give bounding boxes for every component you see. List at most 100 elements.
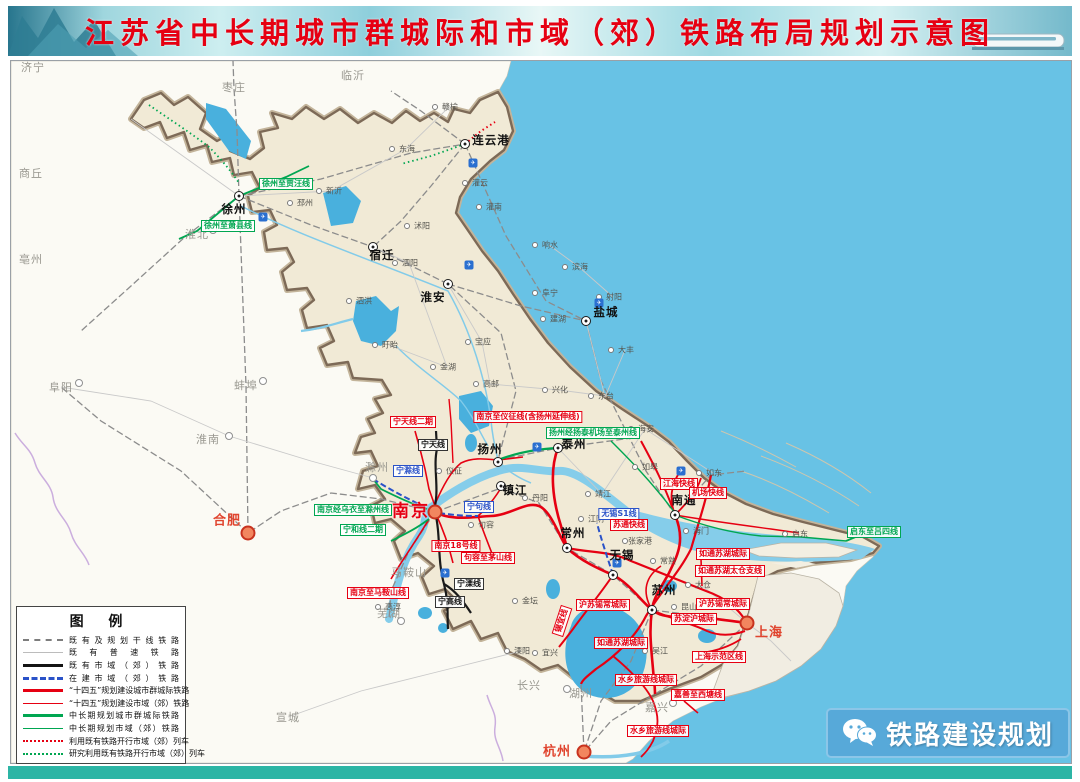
town-label: 盱眙: [382, 340, 398, 350]
town-label: 张家港: [628, 536, 652, 546]
legend-line-sample: [23, 702, 63, 704]
town-marker: [532, 650, 538, 656]
capital-marker: [739, 615, 755, 631]
town-label: 灌南: [486, 202, 502, 212]
town-label: 如东: [706, 468, 722, 478]
town-label: 赣榆: [442, 102, 458, 112]
rail-line-label: 宁句线: [464, 501, 494, 513]
town-label: 高淳: [385, 602, 401, 612]
legend-row: 既有及规划干线铁路: [23, 634, 179, 647]
rail-line-label: 锡宜线: [551, 604, 573, 638]
town-marker: [468, 522, 474, 528]
town-label: 泗阳: [402, 258, 418, 268]
neighbor-city-label: 嘉兴: [645, 701, 669, 714]
rail-line-label: 南京18号线: [431, 540, 481, 552]
town-marker: [372, 342, 378, 348]
legend-row: 在建市域（郊）铁路: [23, 672, 179, 685]
rail-line-label: 宁高线: [435, 596, 465, 608]
neighbor-city-label: 临沂: [341, 69, 365, 82]
airport-icon: ✈: [676, 466, 686, 476]
neighbor-city-label: 济宁: [21, 61, 45, 74]
page-title: 江苏省中长期城市群城际和市域（郊）铁路布局规划示意图: [84, 16, 995, 50]
legend-rows: 既有及规划干线铁路 既有普速铁路 既有市域（郊）铁路在建市域（郊）铁路 “十四五”规划…: [23, 634, 205, 760]
town-label: 东台: [598, 391, 614, 401]
legend-line-sample: [23, 727, 63, 729]
city-station-marker: [443, 279, 453, 289]
town-marker: [432, 104, 438, 110]
rail-line-label: 如通苏湖城际: [696, 548, 750, 560]
town-marker: [346, 298, 352, 304]
legend-label: 既有普速铁路: [69, 648, 179, 658]
legend-label: 既有及规划干线铁路: [69, 635, 179, 645]
city-station-marker: [234, 191, 244, 201]
rail-line-label: 水乡旅游线城际: [627, 725, 689, 737]
town-label: 如皋: [642, 462, 658, 472]
town-marker: [389, 146, 395, 152]
neighbor-city-marker: [225, 432, 233, 440]
neighbor-city-label: 枣庄: [222, 81, 246, 94]
legend-row: 利用既有铁路开行市域（郊）列车: [23, 735, 189, 748]
rail-line-label: 嘉善至西塘线: [671, 689, 725, 701]
town-marker: [404, 223, 410, 229]
wechat-icon: [842, 719, 877, 746]
city-station-marker: [608, 570, 618, 580]
rail-line-label: 徐州至贾汪线: [259, 178, 313, 190]
town-label: 响水: [542, 240, 558, 250]
capital-marker: [576, 744, 592, 760]
town-label: 邳州: [297, 198, 313, 208]
capital-label: 合肥: [212, 513, 242, 529]
town-marker: [782, 531, 788, 537]
legend-line-sample: [23, 714, 63, 718]
city-label: 连云港: [472, 133, 510, 147]
town-marker: [608, 347, 614, 353]
legend-row: “十四五”规划建设城市群城际铁路: [23, 684, 189, 697]
town-label: 泗洪: [356, 296, 372, 306]
legend-label: “十四五”规划建设城市群城际铁路: [69, 686, 190, 696]
town-marker: [696, 470, 702, 476]
rail-line-label: 宁天线二期: [390, 416, 436, 428]
city-station-marker: [460, 139, 470, 149]
neighbor-city-marker: [369, 474, 377, 482]
town-marker: [430, 364, 436, 370]
town-label: 灌云: [472, 178, 488, 188]
town-label: 宝应: [475, 337, 491, 347]
neighbor-city-marker: [75, 379, 83, 387]
capital-label: 上海: [754, 625, 784, 641]
city-station-marker: [581, 316, 591, 326]
neighbor-city-label: 商丘: [19, 167, 43, 180]
city-label: 无锡: [609, 548, 635, 562]
town-label: 溧阳: [514, 646, 530, 656]
city-label: 扬州: [477, 442, 503, 456]
legend-row: 中长期规划市域（郊）铁路: [23, 722, 179, 735]
legend-label: 既有市域（郊）铁路: [69, 660, 179, 670]
legend-line-sample: [23, 652, 63, 654]
town-marker: [504, 648, 510, 654]
town-label: 射阳: [606, 292, 622, 302]
capital-label: 杭州: [542, 744, 572, 760]
rail-line-label: 句容至茅山线: [461, 552, 515, 564]
app-header: 江苏省中长期城市群城际和市域（郊）铁路布局规划示意图: [8, 6, 1072, 56]
capital-marker: [240, 525, 256, 541]
legend-row: 研究利用既有铁路开行市域（郊）列车: [23, 747, 205, 760]
neighbor-city-label: 马鞍山: [391, 566, 427, 579]
city-label: 盐城: [593, 305, 619, 319]
rail-line-label: 如通苏湖太仓支线: [695, 565, 765, 577]
rail-line-label: 如通苏湖城际: [594, 637, 648, 649]
neighbor-city-marker: [259, 377, 267, 385]
town-marker: [287, 200, 293, 206]
rail-line-label: 沪苏锡常城际: [696, 598, 750, 610]
town-label: 新沂: [326, 186, 342, 196]
rail-line-label: 苏淀沪城际: [671, 613, 717, 625]
legend-label: 中长期规划城市群城际铁路: [69, 711, 179, 721]
city-station-marker: [670, 510, 680, 520]
bottom-teal-bar: [8, 766, 1072, 779]
rail-line-label: 苏通快线: [610, 519, 648, 531]
city-label: 常州: [560, 526, 586, 540]
town-marker: [532, 242, 538, 248]
town-marker: [532, 290, 538, 296]
airport-icon: ✈: [464, 260, 474, 270]
city-station-marker: [493, 457, 503, 467]
town-label: 东海: [399, 144, 415, 154]
rail-line-label: 机场快线: [689, 487, 727, 499]
city-label: 淮安: [420, 290, 446, 304]
